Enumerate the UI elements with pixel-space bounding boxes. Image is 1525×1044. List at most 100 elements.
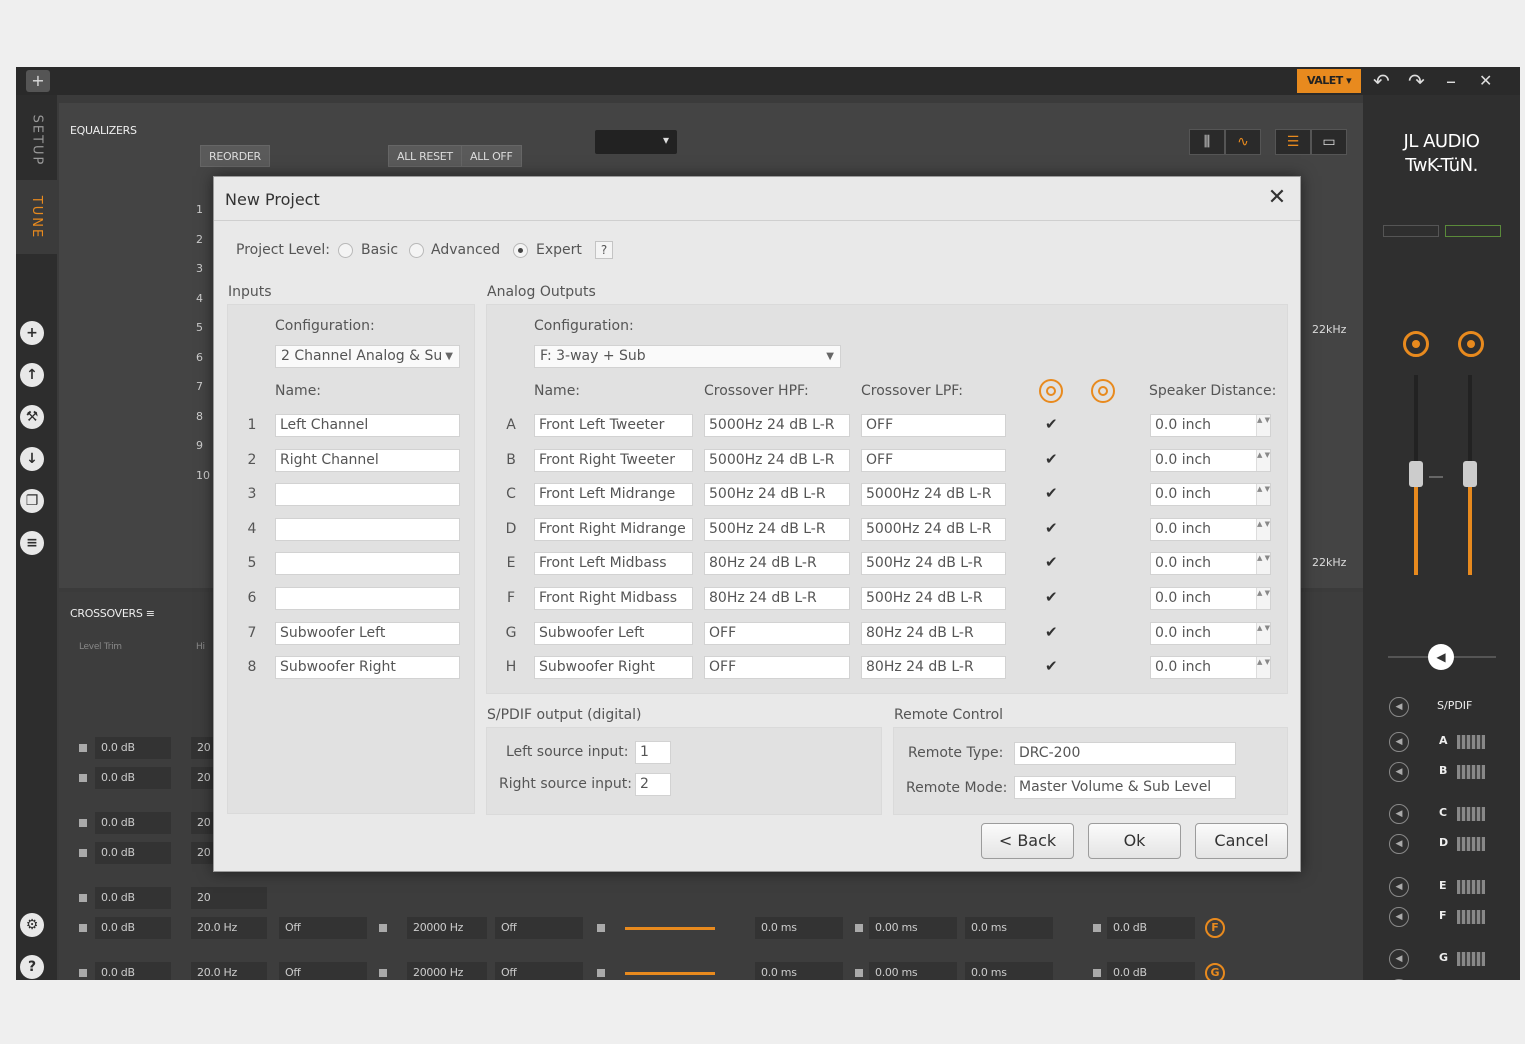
remote-mode-field[interactable]: Master Volume & Sub Level [1014, 776, 1236, 799]
tab-tune[interactable]: TUNE [16, 180, 57, 254]
speaker-distance-field[interactable]: 0.0 inch ▲ ▼ [1150, 448, 1271, 472]
active-checkmark[interactable]: ✔ [1045, 519, 1058, 537]
hpf-field[interactable]: 5000Hz 24 dB L-R [704, 448, 850, 472]
eq-channel-dropdown[interactable] [595, 130, 677, 154]
speaker-distance-field[interactable]: 0.0 inch ▲ ▼ [1150, 483, 1271, 507]
remote-type-field[interactable]: DRC-200 [1014, 742, 1236, 765]
active-checkmark[interactable]: ✔ [1045, 657, 1058, 675]
active-checkmark[interactable]: ✔ [1045, 415, 1058, 433]
level-trim-cell[interactable]: 0.0 dB [95, 812, 171, 834]
speaker-mute-icon[interactable]: ◀ [1389, 907, 1409, 927]
delay-marker[interactable] [855, 969, 863, 977]
lpf-field[interactable]: OFF [861, 448, 1006, 472]
minimize-icon[interactable]: – [1446, 68, 1456, 94]
input-name-field[interactable] [275, 587, 460, 610]
ok-button[interactable]: Ok [1088, 823, 1181, 859]
master-volume-icon[interactable]: ◀ [1428, 644, 1454, 670]
speaker-mute-icon[interactable]: ◀ [1389, 804, 1409, 824]
row-select-marker[interactable] [79, 924, 87, 932]
back-button[interactable]: < Back [981, 823, 1074, 859]
lpf-field[interactable]: 80Hz 24 dB L-R [861, 656, 1006, 680]
speaker-distance-field[interactable]: 0.0 inch ▲ ▼ [1150, 517, 1271, 541]
lp-slope-cell[interactable]: Off [495, 917, 583, 939]
row-select-marker[interactable] [79, 969, 87, 977]
output-name-field[interactable]: Subwoofer Right [534, 656, 693, 680]
spinner-icon[interactable]: ▲ ▼ [1256, 518, 1270, 540]
eq-curve-view-icon[interactable]: ∿ [1225, 129, 1261, 155]
delay-fine-cell[interactable]: 0.00 ms [869, 917, 957, 939]
row-select-marker[interactable] [79, 744, 87, 752]
lp-slope-cell[interactable]: Off [495, 962, 583, 980]
active-checkmark[interactable]: ✔ [1045, 588, 1058, 606]
eq-sliders-view-icon[interactable]: ⫼ [1189, 129, 1225, 155]
delay-cell[interactable]: 0.0 ms [755, 917, 843, 939]
speaker-mute-icon[interactable]: ◀ [1389, 732, 1409, 752]
radio-basic[interactable] [338, 243, 353, 258]
hpf-field[interactable]: OFF [704, 621, 850, 645]
delay-fine-cell[interactable]: 0.00 ms [869, 962, 957, 980]
spinner-icon[interactable]: ▲ ▼ [1256, 415, 1270, 436]
left-level-knob-icon[interactable] [1403, 331, 1429, 357]
spinner-icon[interactable]: ▲ ▼ [1256, 622, 1270, 644]
delay-extra-cell[interactable]: 0.0 ms [965, 917, 1053, 939]
phase-marker[interactable] [597, 924, 605, 932]
left-source-input[interactable]: 1 [635, 741, 671, 764]
layout-single-icon[interactable]: ▭ [1311, 129, 1347, 155]
simulation-toggle[interactable] [1383, 225, 1439, 237]
active-checkmark[interactable]: ✔ [1045, 623, 1058, 641]
level-trim-cell[interactable]: 0.0 dB [95, 842, 171, 864]
speaker-mute-icon[interactable]: ◀ [1389, 762, 1409, 782]
delay-marker[interactable] [855, 924, 863, 932]
output-name-field[interactable]: Front Left Midbass [534, 552, 693, 576]
right-fader-thumb[interactable] [1463, 461, 1477, 487]
gain-cell[interactable]: 0.0 dB [1107, 962, 1195, 980]
lpf-field[interactable]: 500Hz 24 dB L-R [861, 587, 1006, 610]
hp-slope-cell[interactable]: Off [279, 917, 367, 939]
row-select-marker[interactable] [79, 819, 87, 827]
speaker-mute-icon[interactable]: ◀ [1389, 949, 1409, 969]
lp-frequency-cell[interactable]: 20000 Hz [407, 962, 487, 980]
lpf-field[interactable]: 80Hz 24 dB L-R [861, 621, 1006, 645]
level-trim-cell[interactable]: 0.0 dB [95, 917, 171, 939]
inputs-config-select[interactable]: 2 Channel Analog & Su ▼ [275, 345, 460, 368]
mode-toggle[interactable] [1445, 225, 1501, 237]
output-name-field[interactable]: Front Right Tweeter [534, 448, 693, 472]
spinner-icon[interactable]: ▲ ▼ [1256, 553, 1270, 575]
speaker-distance-field[interactable]: 0.0 inch ▲ ▼ [1150, 621, 1271, 645]
add-icon[interactable]: + [26, 70, 50, 92]
right-source-input[interactable]: 2 [635, 773, 671, 796]
spinner-icon[interactable]: ▲ ▼ [1256, 588, 1270, 609]
phase-marker[interactable] [597, 969, 605, 977]
cancel-button[interactable]: Cancel [1195, 823, 1288, 859]
input-name-field[interactable]: Subwoofer Left [275, 621, 460, 645]
output-name-field[interactable]: Front Left Midrange [534, 483, 693, 507]
delay-extra-cell[interactable]: 0.0 ms [965, 962, 1053, 980]
hpf-field[interactable]: 500Hz 24 dB L-R [704, 483, 850, 507]
hpf-field[interactable]: OFF [704, 656, 850, 680]
right-level-knob-icon[interactable] [1458, 331, 1484, 357]
lpf-field[interactable]: OFF [861, 414, 1006, 437]
gain-cell[interactable]: 0.0 dB [1107, 917, 1195, 939]
gain-marker[interactable] [1093, 924, 1101, 932]
hp-frequency-cell[interactable]: 20.0 Hz [191, 962, 267, 980]
all-off-button[interactable]: ALL OFF [461, 145, 522, 167]
input-name-field[interactable] [275, 552, 460, 576]
radio-advanced[interactable] [409, 243, 424, 258]
upload-icon[interactable]: ↑ [20, 363, 44, 387]
download-icon[interactable]: ↓ [20, 447, 44, 471]
close-window-icon[interactable]: ✕ [1479, 68, 1492, 94]
active-checkmark[interactable]: ✔ [1045, 450, 1058, 468]
speaker-mute-icon[interactable]: ◀ [1389, 979, 1409, 980]
spinner-icon[interactable]: ▲ ▼ [1256, 657, 1270, 679]
outputs-config-select[interactable]: F: 3-way + Sub ▼ [534, 345, 841, 368]
hpf-field[interactable]: 500Hz 24 dB L-R [704, 517, 850, 541]
active-checkmark[interactable]: ✔ [1045, 553, 1058, 571]
help-icon[interactable]: ? [20, 955, 44, 979]
speaker-mute-icon[interactable]: ◀ [1389, 877, 1409, 897]
speaker-mute-icon[interactable]: ◀ [1389, 834, 1409, 854]
list-icon[interactable]: ≡ [20, 531, 44, 555]
tab-setup[interactable]: SETUP [16, 103, 57, 177]
active-checkmark[interactable]: ✔ [1045, 484, 1058, 502]
left-fader-thumb[interactable] [1409, 461, 1423, 487]
hp-slope-cell[interactable]: Off [279, 962, 367, 980]
